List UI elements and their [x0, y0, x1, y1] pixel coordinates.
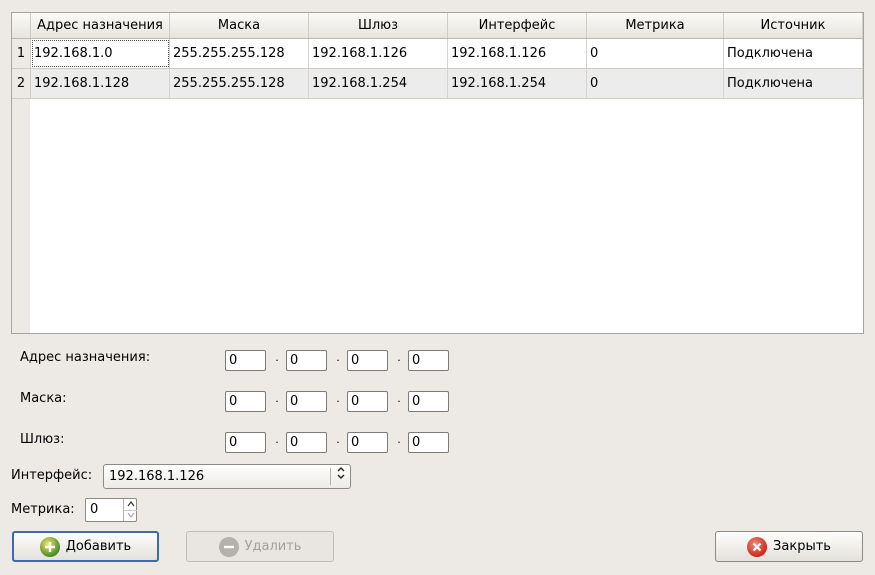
close-button[interactable]: Закрыть — [715, 531, 863, 562]
metric-label: Метрика: — [11, 502, 75, 517]
cell-gateway[interactable]: 192.168.1.254 — [309, 69, 448, 98]
interface-select[interactable]: 192.168.1.126 — [103, 464, 351, 489]
table-row[interactable]: 2 192.168.1.128 255.255.255.128 192.168.… — [12, 69, 863, 99]
mask-label: Маска: — [20, 391, 67, 406]
mask-octet-1[interactable] — [225, 391, 266, 412]
destination-octet-2[interactable] — [286, 350, 327, 371]
column-header-mask[interactable]: Маска — [170, 13, 309, 38]
destination-label: Адрес назначения: — [20, 350, 151, 365]
close-button-label: Закрыть — [773, 539, 831, 554]
interface-label: Интерфейс: — [11, 468, 93, 483]
mask-octet-3[interactable] — [347, 391, 388, 412]
mask-octet-4[interactable] — [408, 391, 449, 412]
destination-octet-4[interactable] — [408, 350, 449, 371]
row-number[interactable]: 1 — [12, 39, 31, 68]
cell-mask[interactable]: 255.255.255.128 — [170, 39, 309, 68]
metric-value[interactable]: 0 — [90, 499, 98, 521]
combo-separator — [330, 468, 331, 485]
table-corner — [12, 13, 31, 38]
octet-separator: · — [397, 354, 401, 367]
octet-separator: · — [336, 354, 340, 367]
column-header-destination[interactable]: Адрес назначения — [31, 13, 170, 38]
mask-octet-2[interactable] — [286, 391, 327, 412]
table-row[interactable]: 1 192.168.1.0 255.255.255.128 192.168.1.… — [12, 39, 863, 69]
remove-icon — [218, 536, 239, 557]
gateway-label: Шлюз: — [20, 432, 65, 447]
row-number[interactable]: 2 — [12, 69, 31, 98]
cell-source[interactable]: Подключена — [724, 69, 863, 98]
octet-separator: · — [397, 436, 401, 449]
up-down-chevron-icon[interactable] — [334, 465, 348, 488]
gateway-octet-2[interactable] — [286, 432, 327, 453]
octet-separator: · — [275, 395, 279, 408]
destination-octet-3[interactable] — [347, 350, 388, 371]
column-header-metric[interactable]: Метрика — [587, 13, 724, 38]
column-header-source[interactable]: Источник — [724, 13, 863, 38]
octet-separator: · — [275, 436, 279, 449]
add-icon — [39, 536, 60, 557]
octet-separator: · — [336, 395, 340, 408]
cell-metric[interactable]: 0 — [587, 69, 724, 98]
column-header-interface[interactable]: Интерфейс — [448, 13, 587, 38]
spin-buttons — [123, 499, 137, 521]
add-button-label: Добавить — [65, 539, 132, 554]
cell-source[interactable]: Подключена — [724, 39, 863, 68]
cell-destination[interactable]: 192.168.1.0 — [31, 39, 170, 68]
route-table: Адрес назначения Маска Шлюз Интерфейс Ме… — [11, 12, 864, 334]
octet-separator: · — [275, 354, 279, 367]
cell-interface[interactable]: 192.168.1.254 — [448, 69, 587, 98]
octet-separator: · — [397, 395, 401, 408]
delete-button-label: Удалить — [244, 539, 302, 554]
delete-button[interactable]: Удалить — [186, 531, 334, 562]
interface-select-value: 192.168.1.126 — [109, 469, 205, 484]
gateway-octet-1[interactable] — [225, 432, 266, 453]
gateway-octet-4[interactable] — [408, 432, 449, 453]
spin-down-icon[interactable] — [124, 510, 137, 521]
metric-spinbox[interactable]: 0 — [85, 498, 137, 522]
octet-separator: · — [336, 436, 340, 449]
table-header: Адрес назначения Маска Шлюз Интерфейс Ме… — [12, 13, 863, 39]
gateway-octet-3[interactable] — [347, 432, 388, 453]
cell-destination[interactable]: 192.168.1.128 — [31, 69, 170, 98]
close-icon — [747, 536, 768, 557]
cell-gateway[interactable]: 192.168.1.126 — [309, 39, 448, 68]
cell-mask[interactable]: 255.255.255.128 — [170, 69, 309, 98]
add-button[interactable]: Добавить — [12, 531, 159, 562]
cell-metric[interactable]: 0 — [587, 39, 724, 68]
column-header-gateway[interactable]: Шлюз — [309, 13, 448, 38]
destination-octet-1[interactable] — [225, 350, 266, 371]
cell-interface[interactable]: 192.168.1.126 — [448, 39, 587, 68]
